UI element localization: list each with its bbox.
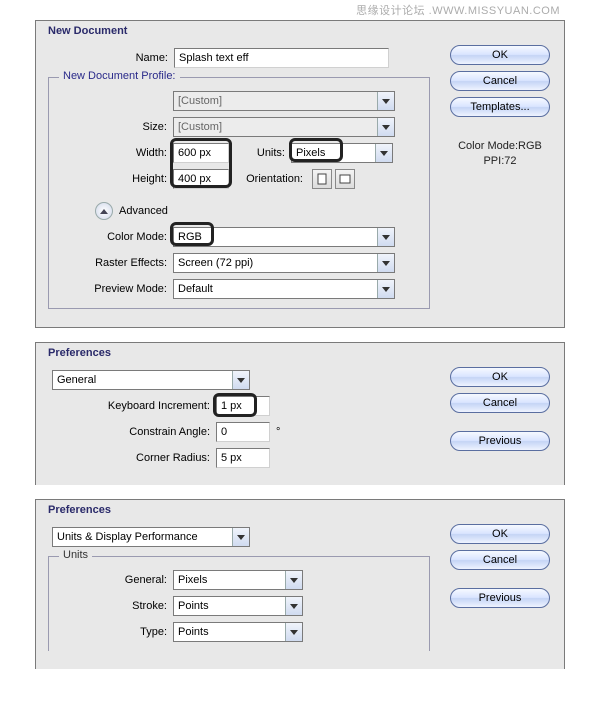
type-units-select[interactable]: Points [173, 622, 303, 642]
width-label: Width: [55, 147, 173, 159]
raster-label: Raster Effects: [55, 257, 173, 269]
orientation-portrait-button[interactable] [312, 169, 332, 189]
general-units-value: Pixels [178, 574, 207, 586]
height-input[interactable] [173, 169, 229, 189]
colormode-value: RGB [178, 231, 202, 243]
stroke-units-value: Points [178, 600, 209, 612]
new-document-dialog: New Document Name: New Document Profile:… [35, 20, 565, 328]
constrain-angle-label: Constrain Angle: [44, 426, 216, 438]
previous-button[interactable]: Previous [450, 431, 550, 451]
type-units-value: Points [178, 626, 209, 638]
height-label: Height: [55, 173, 173, 185]
previous-button[interactable]: Previous [450, 588, 550, 608]
templates-button[interactable]: Templates... [450, 97, 550, 117]
orientation-label: Orientation: [229, 173, 309, 185]
corner-radius-label: Corner Radius: [44, 452, 216, 464]
constrain-angle-input[interactable] [216, 422, 270, 442]
units-group: Units General: Pixels Stroke: Points [48, 556, 430, 651]
preview-label: Preview Mode: [55, 283, 173, 295]
units-label: Units: [229, 147, 291, 159]
advanced-toggle[interactable] [95, 202, 113, 220]
stroke-units-label: Stroke: [55, 600, 173, 612]
prefs-category-select[interactable]: General [52, 370, 250, 390]
side-info: Color Mode:RGB PPI:72 [458, 139, 542, 170]
ok-button[interactable]: OK [450, 524, 550, 544]
cancel-button[interactable]: Cancel [450, 550, 550, 570]
size-label: Size: [55, 121, 173, 133]
profile-legend: New Document Profile: [59, 70, 180, 82]
chevron-down-icon [285, 597, 302, 615]
general-units-select[interactable]: Pixels [173, 570, 303, 590]
units-legend: Units [59, 549, 92, 561]
width-input[interactable] [173, 143, 229, 163]
units-select[interactable]: Pixels [291, 143, 393, 163]
dialog-title: Preferences [36, 343, 564, 367]
size-select[interactable]: [Custom] [173, 117, 395, 137]
preview-select[interactable]: Default [173, 279, 395, 299]
general-units-label: General: [55, 574, 173, 586]
side-colormode: Color Mode:RGB [458, 139, 542, 154]
chevron-down-icon [377, 92, 394, 110]
ok-button[interactable]: OK [450, 45, 550, 65]
dialog-title: Preferences [36, 500, 564, 524]
orientation-landscape-button[interactable] [335, 169, 355, 189]
chevron-down-icon [377, 280, 394, 298]
chevron-down-icon [232, 371, 249, 389]
ok-button[interactable]: OK [450, 367, 550, 387]
profile-value: [Custom] [178, 95, 222, 107]
name-input[interactable] [174, 48, 389, 68]
chevron-down-icon [377, 228, 394, 246]
advanced-label: Advanced [119, 205, 168, 217]
side-ppi: PPI:72 [458, 154, 542, 169]
chevron-down-icon [285, 571, 302, 589]
size-value: [Custom] [178, 121, 222, 133]
profile-group: New Document Profile: [Custom] Size: [Cu… [48, 77, 430, 309]
name-label: Name: [44, 52, 174, 64]
colormode-select[interactable]: RGB [173, 227, 395, 247]
keyboard-increment-input[interactable] [216, 396, 270, 416]
stroke-units-select[interactable]: Points [173, 596, 303, 616]
chevron-down-icon [377, 118, 394, 136]
prefs-category-select[interactable]: Units & Display Performance [52, 527, 250, 547]
cancel-button[interactable]: Cancel [450, 393, 550, 413]
raster-value: Screen (72 ppi) [178, 257, 253, 269]
colormode-label: Color Mode: [55, 231, 173, 243]
preview-value: Default [178, 283, 213, 295]
corner-radius-input[interactable] [216, 448, 270, 468]
prefs-category-value: General [57, 374, 96, 386]
dialog-title: New Document [36, 21, 564, 45]
keyboard-increment-label: Keyboard Increment: [44, 400, 216, 412]
chevron-down-icon [232, 528, 249, 546]
chevron-down-icon [375, 144, 392, 162]
type-units-label: Type: [55, 626, 173, 638]
preferences-general-dialog: Preferences General Keyboard Increment: … [35, 342, 565, 485]
preferences-units-dialog: Preferences Units & Display Performance … [35, 499, 565, 669]
degree-unit: ° [270, 426, 280, 438]
profile-select[interactable]: [Custom] [173, 91, 395, 111]
chevron-down-icon [377, 254, 394, 272]
units-value: Pixels [296, 147, 325, 159]
watermark-text: 思缘设计论坛 .WWW.MISSYUAN.COM [356, 2, 560, 18]
raster-select[interactable]: Screen (72 ppi) [173, 253, 395, 273]
chevron-down-icon [285, 623, 302, 641]
cancel-button[interactable]: Cancel [450, 71, 550, 91]
prefs-category-value: Units & Display Performance [57, 531, 198, 543]
